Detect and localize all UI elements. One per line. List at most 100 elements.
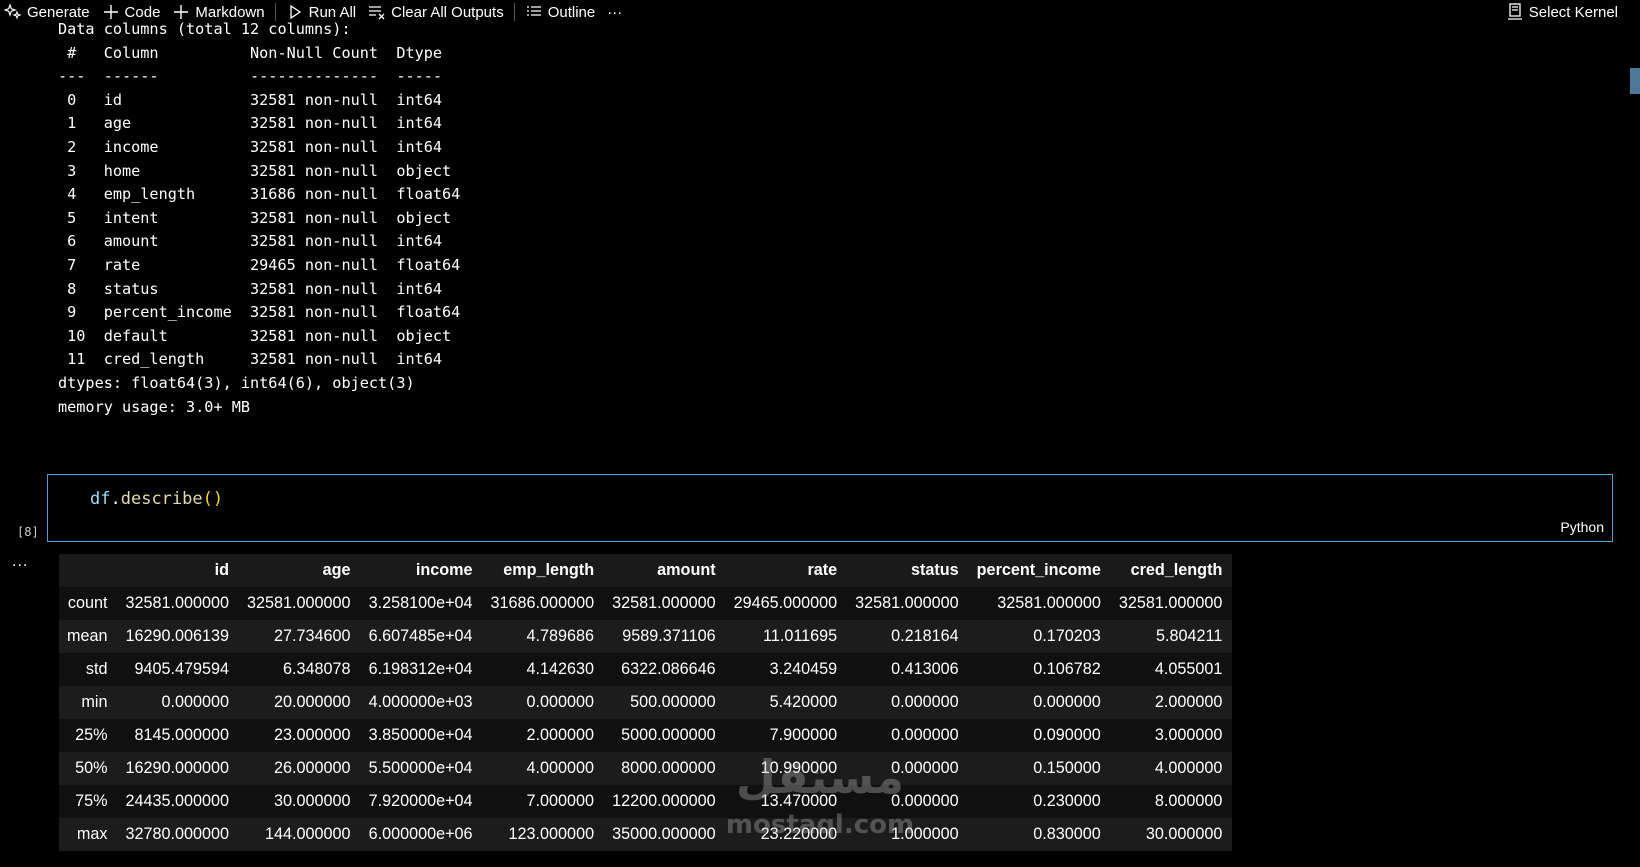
column-header: income (360, 554, 483, 587)
table-cell: 4.000000e+03 (368, 693, 473, 711)
table-cell: 8145.000000 (134, 726, 230, 744)
code-editor[interactable]: df.describe() (90, 489, 223, 509)
table-cell: 16290.000000 (125, 759, 230, 777)
table-cell: 13.470000 (760, 792, 838, 810)
table-cell: 32581.000000 (1118, 594, 1223, 612)
table-cell: 29465.000000 (733, 594, 838, 612)
info-line: Data columns (total 12 columns): (58, 20, 351, 38)
table-cell: 23.000000 (274, 726, 351, 744)
info-line: dtypes: float64(3), int64(6), object(3) (58, 373, 415, 392)
cell-language-label[interactable]: Python (1560, 519, 1604, 535)
table-cell: 0.413006 (891, 660, 959, 678)
table-row: mean 16290.006139 27.734600 6.607485e+04 4.7… (59, 620, 1233, 653)
output-actions-icon[interactable]: ... (12, 553, 28, 571)
table-row: 50% 16290.000000 26.000000 5.500000e+04 4.00… (59, 752, 1233, 785)
row-index: max (76, 825, 108, 843)
table-cell: 20.000000 (274, 693, 351, 711)
index-header (59, 554, 118, 587)
column-header: status (847, 554, 969, 587)
table-cell: 4.055001 (1154, 660, 1223, 678)
table-cell: 0.230000 (1033, 792, 1101, 810)
table-cell: 32581.000000 (247, 594, 351, 612)
table-header-row: id age income emp_length amount rate status per… (59, 554, 1233, 587)
column-header: emp_length (482, 554, 605, 587)
row-index: count (67, 594, 108, 612)
table-cell: 500.000000 (630, 693, 716, 711)
sparkle-icon (4, 3, 22, 21)
info-line: --- ------ -------------- ----- (58, 67, 461, 86)
table-cell: 9589.371106 (622, 627, 716, 645)
table-cell: 10.990000 (760, 759, 838, 777)
code-token-method: describe (120, 489, 203, 509)
table-cell: 26.000000 (274, 759, 351, 777)
table-cell: 4.000000 (1154, 759, 1223, 777)
info-output: Data columns (total 12 columns): # Colum… (58, 18, 460, 419)
table-cell: 5000.000000 (621, 726, 716, 744)
table-cell: 5.804211 (1156, 627, 1223, 645)
column-header: percent_income (968, 554, 1111, 587)
table-cell: 0.000000 (891, 792, 959, 810)
select-kernel-label: Select Kernel (1528, 3, 1618, 21)
info-line: 3 home 32581 non-null object (58, 161, 461, 180)
code-token-dot: . (110, 489, 121, 509)
table-cell: 0.830000 (1033, 825, 1101, 843)
row-index: 75% (75, 792, 108, 810)
column-header: cred_length (1110, 554, 1233, 587)
table-cell: 16290.006139 (125, 627, 230, 645)
table-cell: 6.348078 (283, 660, 351, 678)
table-cell: 7.920000e+04 (368, 792, 473, 810)
table-cell: 31686.000000 (490, 594, 595, 612)
describe-table: id age income emp_length amount rate status per… (59, 554, 1233, 851)
column-header: rate (725, 554, 848, 587)
table-cell: 32780.000000 (125, 825, 230, 843)
table-body: count 32581.000000 32581.000000 3.258100e+0… (59, 587, 1233, 851)
table-cell: 5.420000 (769, 693, 838, 711)
table-cell: 5.500000e+04 (368, 759, 473, 777)
table-cell: 4.142630 (526, 660, 595, 678)
more-actions-button[interactable]: ··· (601, 0, 628, 24)
table-cell: 12200.000000 (612, 792, 716, 810)
code-token-var: df (90, 489, 111, 509)
kernel-icon (1506, 3, 1524, 21)
table-cell: 0.000000 (891, 759, 959, 777)
info-line: # Column Non-Null Count Dtype (58, 43, 461, 62)
table-cell: 0.000000 (161, 693, 230, 711)
info-line: 5 intent 32581 non-null object (58, 208, 461, 227)
table-cell: 11.011695 (763, 627, 838, 645)
scrollbar-thumb[interactable] (1630, 68, 1640, 94)
table-cell: 32581.000000 (125, 594, 230, 612)
outline-button[interactable]: Outline (519, 0, 602, 24)
list-icon (525, 3, 543, 21)
table-cell: 0.150000 (1033, 759, 1101, 777)
code-token-paren: ( (202, 489, 213, 509)
table-cell: 8.000000 (1154, 792, 1223, 810)
table-cell: 0.170203 (1033, 627, 1101, 645)
column-header: amount (604, 554, 726, 587)
table-cell: 30.000000 (1145, 825, 1223, 843)
table-cell: 144.000000 (265, 825, 351, 843)
row-index: min (81, 693, 108, 711)
info-line: 9 percent_income 32581 non-null float64 (58, 303, 461, 322)
table-cell: 6.000000e+06 (368, 825, 473, 843)
table-cell: 2.000000 (1154, 693, 1223, 711)
info-line: 1 age 32581 non-null int64 (58, 114, 461, 133)
table-cell: 32581.000000 (997, 594, 1101, 612)
info-line: 8 status 32581 non-null int64 (58, 279, 461, 298)
select-kernel-button[interactable]: Select Kernel (1500, 0, 1624, 24)
code-token-paren: ) (212, 489, 224, 509)
table-cell: 0.106782 (1033, 660, 1101, 678)
row-index: 50% (75, 759, 108, 777)
info-line: 10 default 32581 non-null object (58, 326, 461, 345)
info-line: 11 cred_length 32581 non-null int64 (58, 350, 461, 369)
table-row: 75% 24435.000000 30.000000 7.920000e+04 7.00… (59, 785, 1233, 818)
table-cell: 9405.479594 (134, 660, 230, 678)
info-line: 2 income 32581 non-null int64 (58, 137, 461, 156)
table-row: 25% 8145.000000 23.000000 3.850000e+04 2.000… (59, 719, 1233, 752)
table-cell: 123.000000 (508, 825, 595, 843)
code-cell[interactable]: df.describe() Python (47, 474, 1613, 542)
info-line: 4 emp_length 31686 non-null float64 (58, 185, 461, 204)
table-cell: 4.789686 (526, 627, 595, 645)
more-icon: ··· (607, 3, 623, 21)
table-cell: 3.258100e+04 (368, 594, 473, 612)
table-cell: 8000.000000 (621, 759, 716, 777)
